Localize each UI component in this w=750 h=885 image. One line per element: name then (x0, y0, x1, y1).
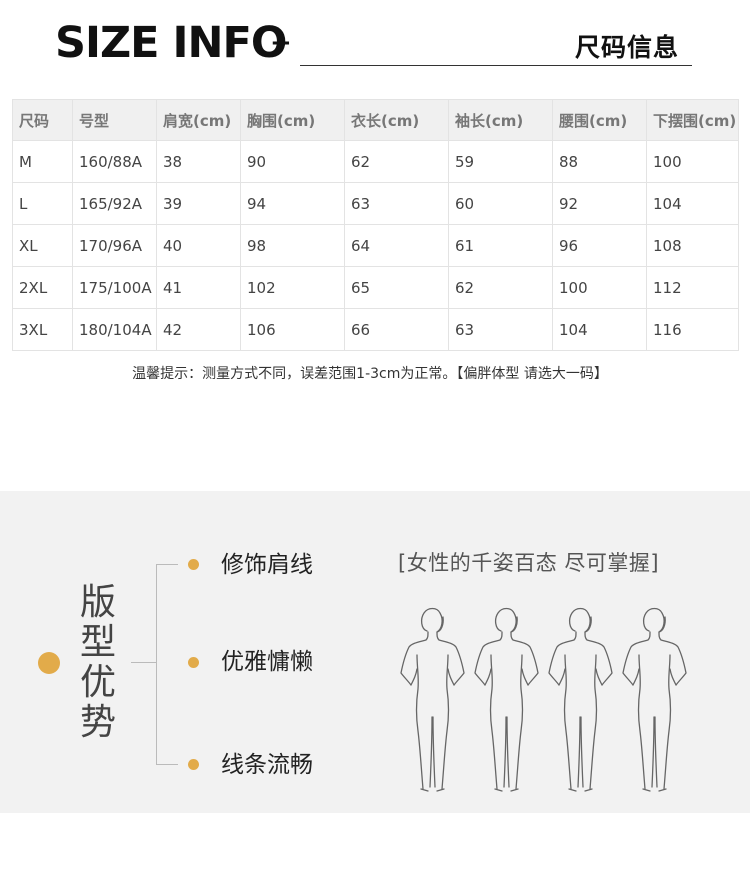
table-cell: XL (12, 224, 73, 267)
connector-line (156, 564, 178, 565)
column-header: 衣长(cm) (344, 99, 449, 141)
column-header: 袖长(cm) (448, 99, 553, 141)
table-header-row: 尺码 号型 肩宽(cm) 胸围(cm) 衣长(cm) 袖长(cm) 腰围(cm)… (12, 99, 739, 141)
column-header: 胸围(cm) (240, 99, 345, 141)
feature-item: 优雅慵懒 (221, 649, 313, 675)
table-cell: 62 (344, 140, 449, 183)
table-row: M 160/88A 38 90 62 59 88 100 (12, 140, 739, 183)
header-divider (300, 65, 692, 66)
table-cell: 59 (448, 140, 553, 183)
table-cell: 160/88A (72, 140, 157, 183)
table-cell: 116 (646, 308, 739, 351)
table-cell: 104 (552, 308, 647, 351)
table-cell: 42 (156, 308, 241, 351)
feature-dot (188, 657, 199, 668)
table-cell: 88 (552, 140, 647, 183)
table-row: 3XL 180/104A 42 106 66 63 104 116 (12, 308, 739, 351)
table-cell: M (12, 140, 73, 183)
column-header: 尺码 (12, 99, 73, 141)
female-body-silhouette-icon (474, 607, 539, 792)
fit-advantages-panel: 版型优势 修饰肩线 优雅慵懒 线条流畅 [女性的千姿百态 尽可掌握] (0, 491, 750, 813)
header-title: SIZE INFO (55, 18, 287, 68)
table-row: L 165/92A 39 94 63 60 92 104 (12, 182, 739, 225)
table-cell: 180/104A (72, 308, 157, 351)
table-cell: 108 (646, 224, 739, 267)
slogan: [女性的千姿百态 尽可掌握] (398, 551, 660, 575)
table-cell: 63 (448, 308, 553, 351)
table-cell: 3XL (12, 308, 73, 351)
size-note: 温馨提示：测量方式不同，误差范围1-3cm为正常。【偏胖体型 请选大一码】 (132, 366, 608, 382)
feature-dot (188, 559, 199, 570)
table-cell: 112 (646, 266, 739, 309)
table-cell: 90 (240, 140, 345, 183)
table-cell: 64 (344, 224, 449, 267)
column-header: 下摆围(cm) (646, 99, 739, 141)
table-cell: 92 (552, 182, 647, 225)
table-cell: 61 (448, 224, 553, 267)
feature-item: 线条流畅 (221, 752, 313, 778)
table-cell: 65 (344, 266, 449, 309)
table-cell: 39 (156, 182, 241, 225)
table-cell: 170/96A (72, 224, 157, 267)
header-title-plus: + (270, 28, 292, 58)
column-header: 腰围(cm) (552, 99, 647, 141)
column-header: 号型 (72, 99, 157, 141)
table-cell: 98 (240, 224, 345, 267)
body-shape-figures (400, 607, 687, 792)
table-cell: 40 (156, 224, 241, 267)
table-cell: L (12, 182, 73, 225)
table-cell: 63 (344, 182, 449, 225)
table-cell: 41 (156, 266, 241, 309)
table-cell: 102 (240, 266, 345, 309)
column-header: 肩宽(cm) (156, 99, 241, 141)
female-body-silhouette-icon (548, 607, 613, 792)
table-cell: 175/100A (72, 266, 157, 309)
table-cell: 38 (156, 140, 241, 183)
female-body-silhouette-icon (622, 607, 687, 792)
accent-dot (38, 652, 60, 674)
advantages-title: 版型优势 (79, 582, 116, 743)
table-cell: 100 (646, 140, 739, 183)
table-cell: 94 (240, 182, 345, 225)
size-table: 尺码 号型 肩宽(cm) 胸围(cm) 衣长(cm) 袖长(cm) 腰围(cm)… (12, 99, 739, 351)
connector-line (156, 564, 157, 765)
table-cell: 60 (448, 182, 553, 225)
table-cell: 66 (344, 308, 449, 351)
table-row: 2XL 175/100A 41 102 65 62 100 112 (12, 266, 739, 309)
connector-line (131, 662, 157, 663)
table-cell: 106 (240, 308, 345, 351)
table-row: XL 170/96A 40 98 64 61 96 108 (12, 224, 739, 267)
table-cell: 96 (552, 224, 647, 267)
feature-item: 修饰肩线 (221, 552, 313, 578)
table-cell: 104 (646, 182, 739, 225)
female-body-silhouette-icon (400, 607, 465, 792)
table-cell: 62 (448, 266, 553, 309)
header-subtitle: 尺码信息 (575, 33, 680, 62)
table-cell: 2XL (12, 266, 73, 309)
table-cell: 165/92A (72, 182, 157, 225)
feature-dot (188, 759, 199, 770)
connector-line (156, 764, 178, 765)
table-cell: 100 (552, 266, 647, 309)
